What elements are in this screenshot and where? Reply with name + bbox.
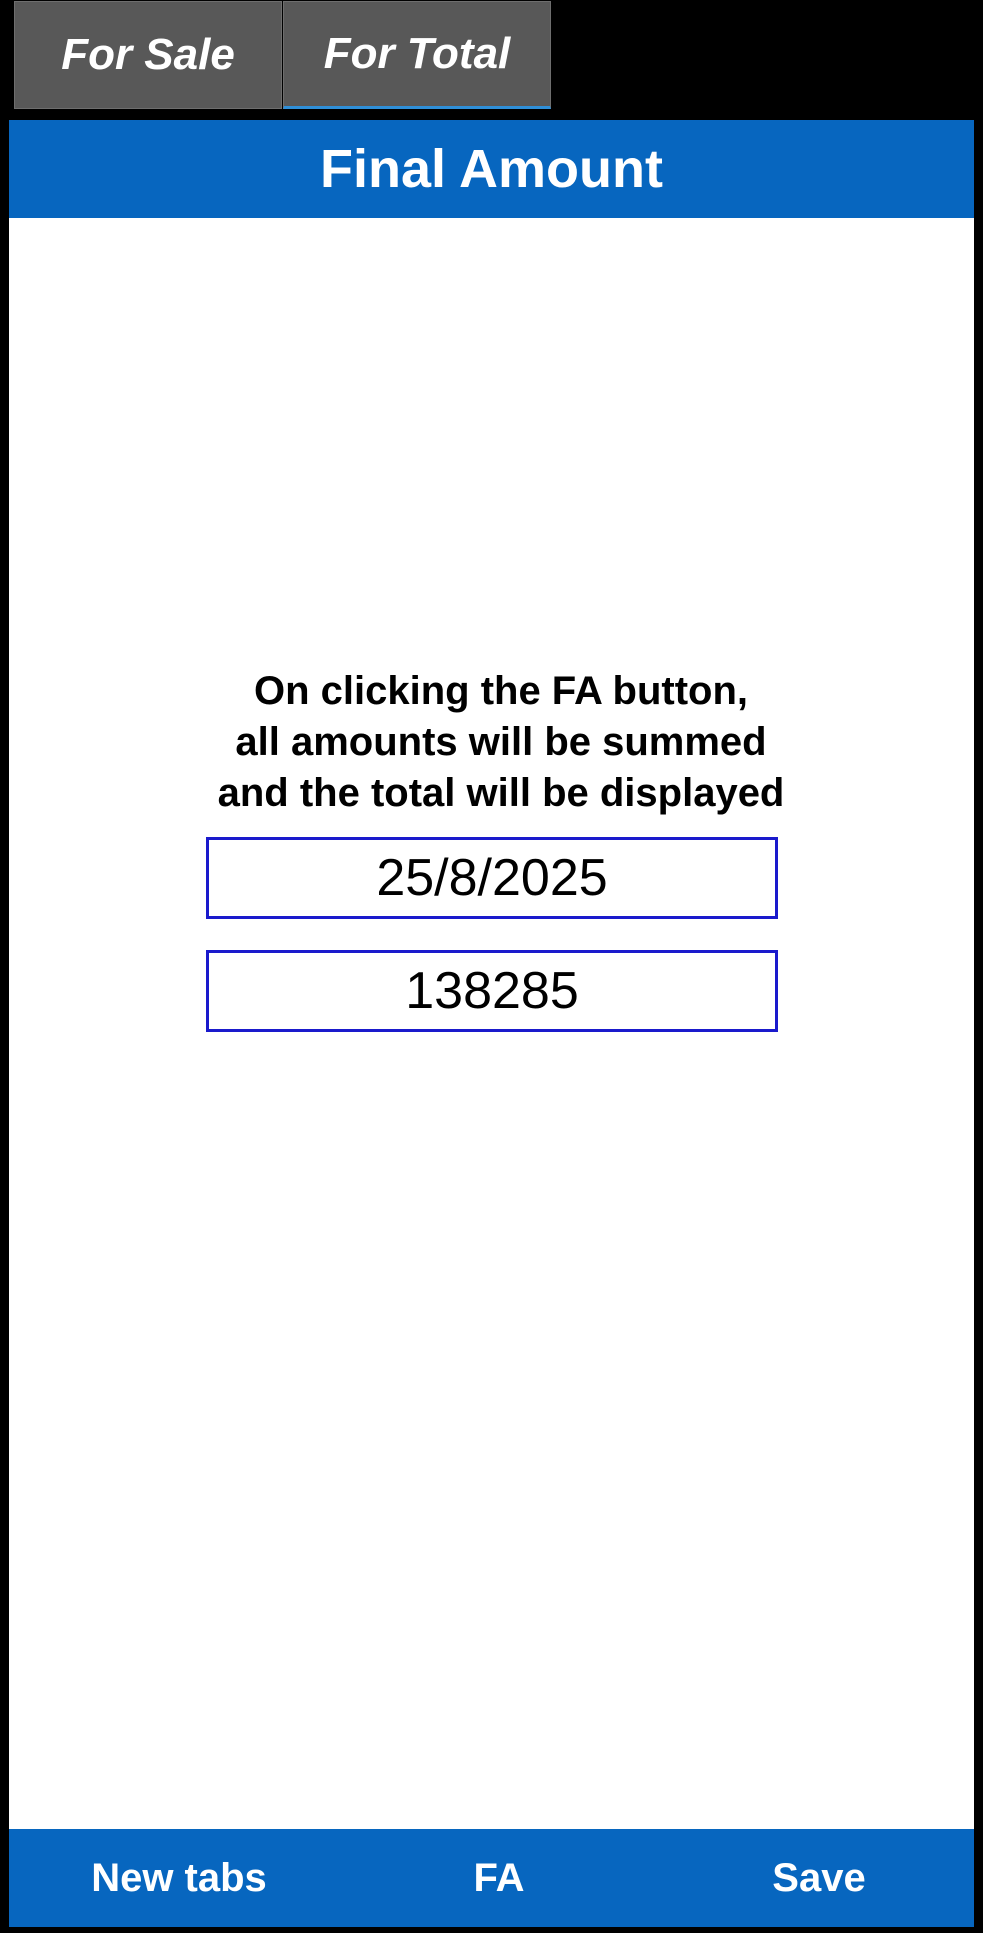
total-amount-field[interactable]: 138285 [206,950,778,1032]
tab-for-sale[interactable]: For Sale [14,1,282,109]
fa-button[interactable]: FA [409,1829,589,1927]
date-field[interactable]: 25/8/2025 [206,837,778,919]
page-title: Final Amount [9,120,974,218]
main-panel: Final Amount On clicking the FA button, … [9,120,974,1927]
instructions-line: On clicking the FA button, [253,669,749,713]
save-button[interactable]: Save [699,1829,939,1927]
bottom-bar: New tabs FA Save [9,1829,974,1927]
tab-for-total[interactable]: For Total [283,1,551,109]
instructions-line: and the total will be displayed [217,771,785,815]
new-tabs-button[interactable]: New tabs [49,1829,309,1927]
instructions-line: all amounts will be summed [235,720,767,764]
instructions-text: On clicking the FA button, all amounts w… [206,666,796,819]
